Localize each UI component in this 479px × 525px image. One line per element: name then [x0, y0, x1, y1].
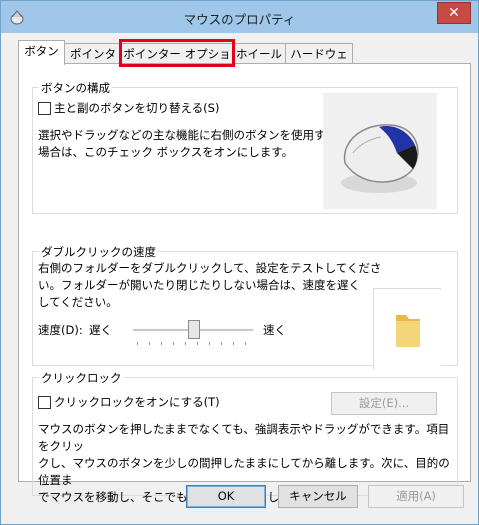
click-lock-checkbox[interactable] — [38, 396, 51, 409]
double-click-description-line1: 右側のフォルダーをダブルクリックして、設定をテストしてくださ — [38, 261, 382, 275]
tab-pointers[interactable]: ポインター — [64, 43, 122, 81]
click-lock-title: クリックロック — [39, 370, 124, 386]
slider-tick — [209, 342, 210, 345]
speed-label: 速度(D): — [38, 323, 83, 337]
slider-tick — [197, 342, 198, 345]
mouse-properties-window: マウスのプロパティ ✕ ボタン ポインター ポインター オプション ホイール ハ… — [0, 0, 479, 525]
title-bar[interactable]: マウスのプロパティ ✕ — [1, 1, 478, 33]
slider-tick — [149, 342, 150, 345]
slider-tick — [137, 342, 138, 345]
slider-tick — [161, 342, 162, 345]
ok-button[interactable]: OK — [186, 485, 266, 508]
switch-buttons-checkbox[interactable] — [38, 102, 51, 115]
double-click-title: ダブルクリックの速度 — [39, 244, 158, 260]
double-click-description-line3: してください。 — [38, 295, 118, 309]
double-click-description-line2: い。フォルダーが開いたり閉じたりしない場合は、速度を遅く — [38, 278, 360, 292]
slider-tick — [173, 342, 174, 345]
apply-button[interactable]: 適用(A) — [368, 485, 464, 508]
button-config-description: 選択やドラッグなどの主な機能に右側のボタンを使用する 場合は、このチェック ボッ… — [38, 127, 337, 161]
tab-highlight-box — [119, 39, 235, 67]
button-config-group: ボタンの構成 主と副のボタンを切り替える(S) 選択やドラッグなどの主な機能に右… — [32, 80, 458, 214]
slider-tick — [221, 342, 222, 345]
tab-hardware[interactable]: ハードウェア — [285, 43, 353, 81]
tab-wheel[interactable]: ホイール — [232, 43, 286, 64]
tab-buttons[interactable]: ボタン — [18, 40, 65, 65]
double-click-group: ダブルクリックの速度 右側のフォルダーをダブルクリックして、設定をテストしてくだ… — [32, 244, 458, 370]
tab-panel-buttons: ボタンの構成 主と副のボタンを切り替える(S) 選択やドラッグなどの主な機能に右… — [18, 63, 471, 504]
folder-icon[interactable] — [374, 289, 441, 370]
slow-label: 遅く — [89, 323, 112, 337]
dialog-client: ボタン ポインター ポインター オプション ホイール ハードウェア ボタンの構成… — [8, 33, 471, 517]
click-lock-settings-button[interactable]: 設定(E)... — [331, 392, 437, 415]
click-lock-label[interactable]: クリックロックをオンにする(T) — [54, 394, 220, 410]
mouse-illustration — [323, 93, 437, 209]
close-button[interactable]: ✕ — [437, 2, 471, 24]
double-click-description: 右側のフォルダーをダブルクリックして、設定をテストしてくださ い。フォルダーが開… — [38, 260, 381, 311]
mouse-image-icon — [341, 124, 419, 193]
switch-buttons-label[interactable]: 主と副のボタンを切り替える(S) — [54, 100, 219, 116]
cancel-button[interactable]: キャンセル — [278, 485, 358, 508]
button-config-title: ボタンの構成 — [39, 80, 112, 96]
speed-slider-thumb[interactable] — [188, 320, 200, 339]
fast-label: 速く — [263, 323, 286, 337]
test-folder-area[interactable] — [373, 288, 441, 370]
button-config-description-line2: 場合は、このチェック ボックスをオンにします。 — [38, 145, 294, 159]
click-lock-description-line1: マウスのボタンを押したままでなくても、強調表示やドラッグができます。項目をクリッ — [38, 422, 450, 453]
slider-tick — [233, 342, 234, 345]
slider-tick — [245, 342, 246, 345]
slider-tick — [185, 342, 186, 345]
button-config-description-line1: 選択やドラッグなどの主な機能に右側のボタンを使用する — [38, 128, 337, 142]
window-title: マウスのプロパティ — [183, 12, 296, 27]
click-lock-description-line2: クし、マウスのボタンを少しの間押したままにしてから離します。次に、目的の位置ま — [38, 456, 450, 487]
click-lock-group: クリックロック クリックロックをオンにする(T) 設定(E)... マウスのボタ… — [32, 370, 458, 504]
